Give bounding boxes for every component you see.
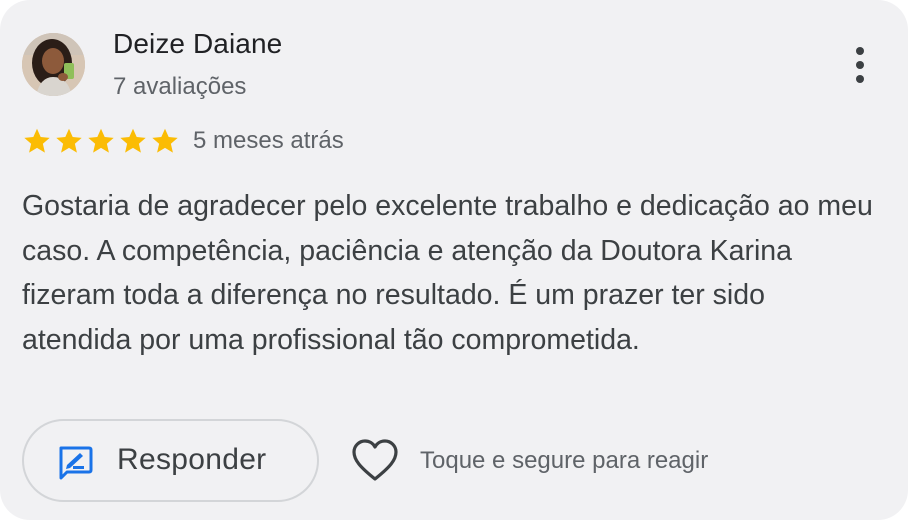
star-icon	[86, 126, 116, 156]
star-rating	[22, 126, 180, 156]
review-time: 5 meses atrás	[193, 127, 344, 154]
review-card: Deize Daiane 7 avaliações 5 meses atrás …	[0, 0, 908, 520]
react-heart-button[interactable]	[350, 437, 400, 483]
author-name[interactable]: Deize Daiane	[113, 28, 282, 60]
more-vert-icon	[856, 47, 864, 55]
more-options-button[interactable]	[838, 40, 882, 90]
heart-outline-icon	[352, 439, 398, 481]
avatar[interactable]	[22, 33, 85, 96]
star-icon	[54, 126, 84, 156]
author-review-count: 7 avaliações	[113, 73, 247, 100]
reply-label: Responder	[117, 443, 267, 476]
reply-edit-icon	[56, 443, 94, 481]
reply-button[interactable]: Responder	[22, 419, 319, 502]
star-icon	[150, 126, 180, 156]
star-icon	[118, 126, 148, 156]
more-vert-icon-dot	[856, 75, 864, 83]
star-icon	[22, 126, 52, 156]
more-vert-icon-dot	[856, 61, 864, 69]
avatar-image	[22, 33, 85, 96]
react-hint: Toque e segure para reagir	[420, 447, 709, 474]
review-text: Gostaria de agradecer pelo excelente tra…	[22, 190, 873, 356]
